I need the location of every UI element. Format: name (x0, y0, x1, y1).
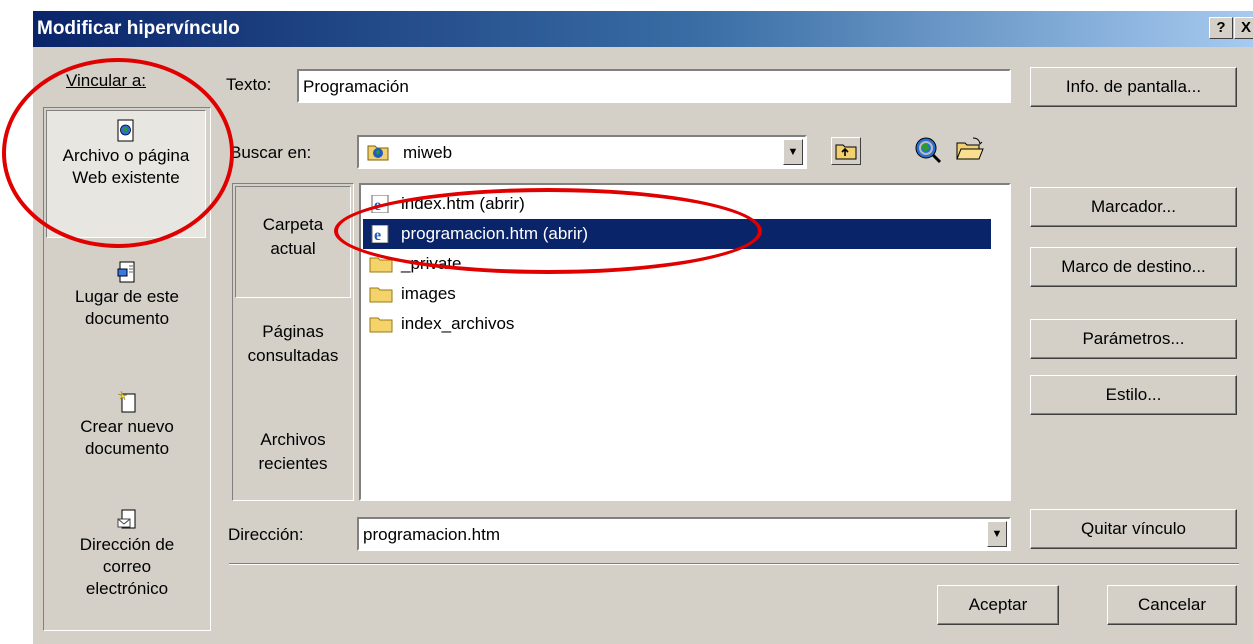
screen-tip-button[interactable]: Info. de pantalla... (1030, 67, 1237, 107)
link-to-navbar: Archivo o página Web existente Lugar de … (43, 107, 211, 631)
search-in-label: Buscar en: (230, 143, 312, 162)
target-frame-button[interactable]: Marco de destino... (1030, 247, 1237, 287)
subnav-browsed-pages-label: Páginas consultadas (247, 322, 339, 365)
file-list[interactable]: e index.htm (abrir) e programacion.htm (… (359, 183, 1011, 501)
svg-text:e: e (374, 197, 381, 213)
file-name: programacion.htm (abrir) (401, 224, 589, 243)
new-document-icon (117, 390, 136, 413)
title-bar: Modificar hipervínculo ? X (33, 11, 1253, 47)
folder-icon (369, 257, 393, 273)
nav-new-document[interactable]: Crear nuevo documento (44, 390, 210, 490)
ie-page-icon: e (371, 195, 389, 213)
close-button[interactable]: X (1234, 17, 1253, 39)
style-button[interactable]: Estilo... (1030, 375, 1237, 415)
email-icon (117, 509, 136, 529)
file-name: index_archivos (401, 314, 515, 333)
nav-email-address-label: Dirección de correo electrónico (79, 535, 175, 598)
text-input[interactable]: Programación (297, 69, 1011, 103)
subnav-recent-files-label: Archivos recientes (258, 430, 328, 473)
folder-icon (369, 317, 393, 333)
document-place-icon (117, 261, 135, 283)
up-folder-icon[interactable] (831, 137, 861, 165)
nav-email-address[interactable]: Dirección de correo electrónico (44, 508, 210, 628)
browse-web-icon[interactable] (913, 135, 943, 165)
text-input-value: Programación (303, 77, 409, 96)
nav-existing-file-label: Archivo o página Web existente (62, 146, 190, 187)
search-location-nav: Carpeta actual Páginas consultadas Archi… (232, 183, 354, 501)
hyperlink-dialog: Modificar hipervínculo ? X Vincular a: A… (32, 10, 1253, 644)
search-in-dropdown-arrow[interactable]: ▼ (783, 139, 803, 165)
subnav-recent-files[interactable]: Archivos recientes (233, 428, 353, 488)
separator (229, 563, 1239, 565)
address-value: programacion.htm (363, 525, 501, 544)
file-name: index.htm (abrir) (401, 194, 525, 213)
ok-button[interactable]: Aceptar (937, 585, 1059, 625)
file-row-private[interactable]: _private (363, 249, 469, 279)
nav-place-in-document[interactable]: Lugar de este documento (44, 260, 210, 360)
file-row-programacion[interactable]: e programacion.htm (abrir) (363, 219, 991, 249)
subnav-current-folder-label: Carpeta actual (262, 215, 324, 258)
file-row-index-archivos[interactable]: index_archivos (363, 309, 522, 339)
subnav-browsed-pages[interactable]: Páginas consultadas (233, 320, 353, 380)
link-to-label: Vincular a: (66, 71, 147, 90)
web-page-icon (117, 119, 134, 142)
cancel-button[interactable]: Cancelar (1107, 585, 1237, 625)
nav-existing-file[interactable]: Archivo o página Web existente (46, 110, 206, 238)
search-in-value: miweb (403, 143, 453, 162)
ie-page-icon: e (371, 225, 389, 243)
file-name: images (401, 284, 456, 303)
folder-icon (369, 287, 393, 303)
window-title: Modificar hipervínculo (37, 18, 240, 39)
address-dropdown-arrow[interactable]: ▼ (987, 521, 1007, 547)
search-in-combo[interactable]: miweb ▼ (357, 135, 807, 169)
web-folder-icon (367, 145, 389, 161)
text-label: Texto: (226, 75, 272, 94)
browse-file-icon[interactable] (955, 137, 985, 163)
address-combo[interactable]: programacion.htm ▼ (357, 517, 1011, 551)
bookmark-button[interactable]: Marcador... (1030, 187, 1237, 227)
subnav-current-folder[interactable]: Carpeta actual (235, 186, 351, 298)
file-row-images[interactable]: images (363, 279, 464, 309)
nav-new-document-label: Crear nuevo documento (80, 417, 174, 458)
remove-link-button[interactable]: Quitar vínculo (1030, 509, 1237, 549)
file-name: _private (401, 254, 462, 273)
help-button[interactable]: ? (1209, 17, 1233, 39)
nav-place-in-document-label: Lugar de este documento (75, 287, 179, 328)
parameters-button[interactable]: Parámetros... (1030, 319, 1237, 359)
svg-text:e: e (374, 227, 381, 243)
address-label: Dirección: (228, 525, 304, 544)
file-row-index[interactable]: e index.htm (abrir) (363, 189, 533, 219)
